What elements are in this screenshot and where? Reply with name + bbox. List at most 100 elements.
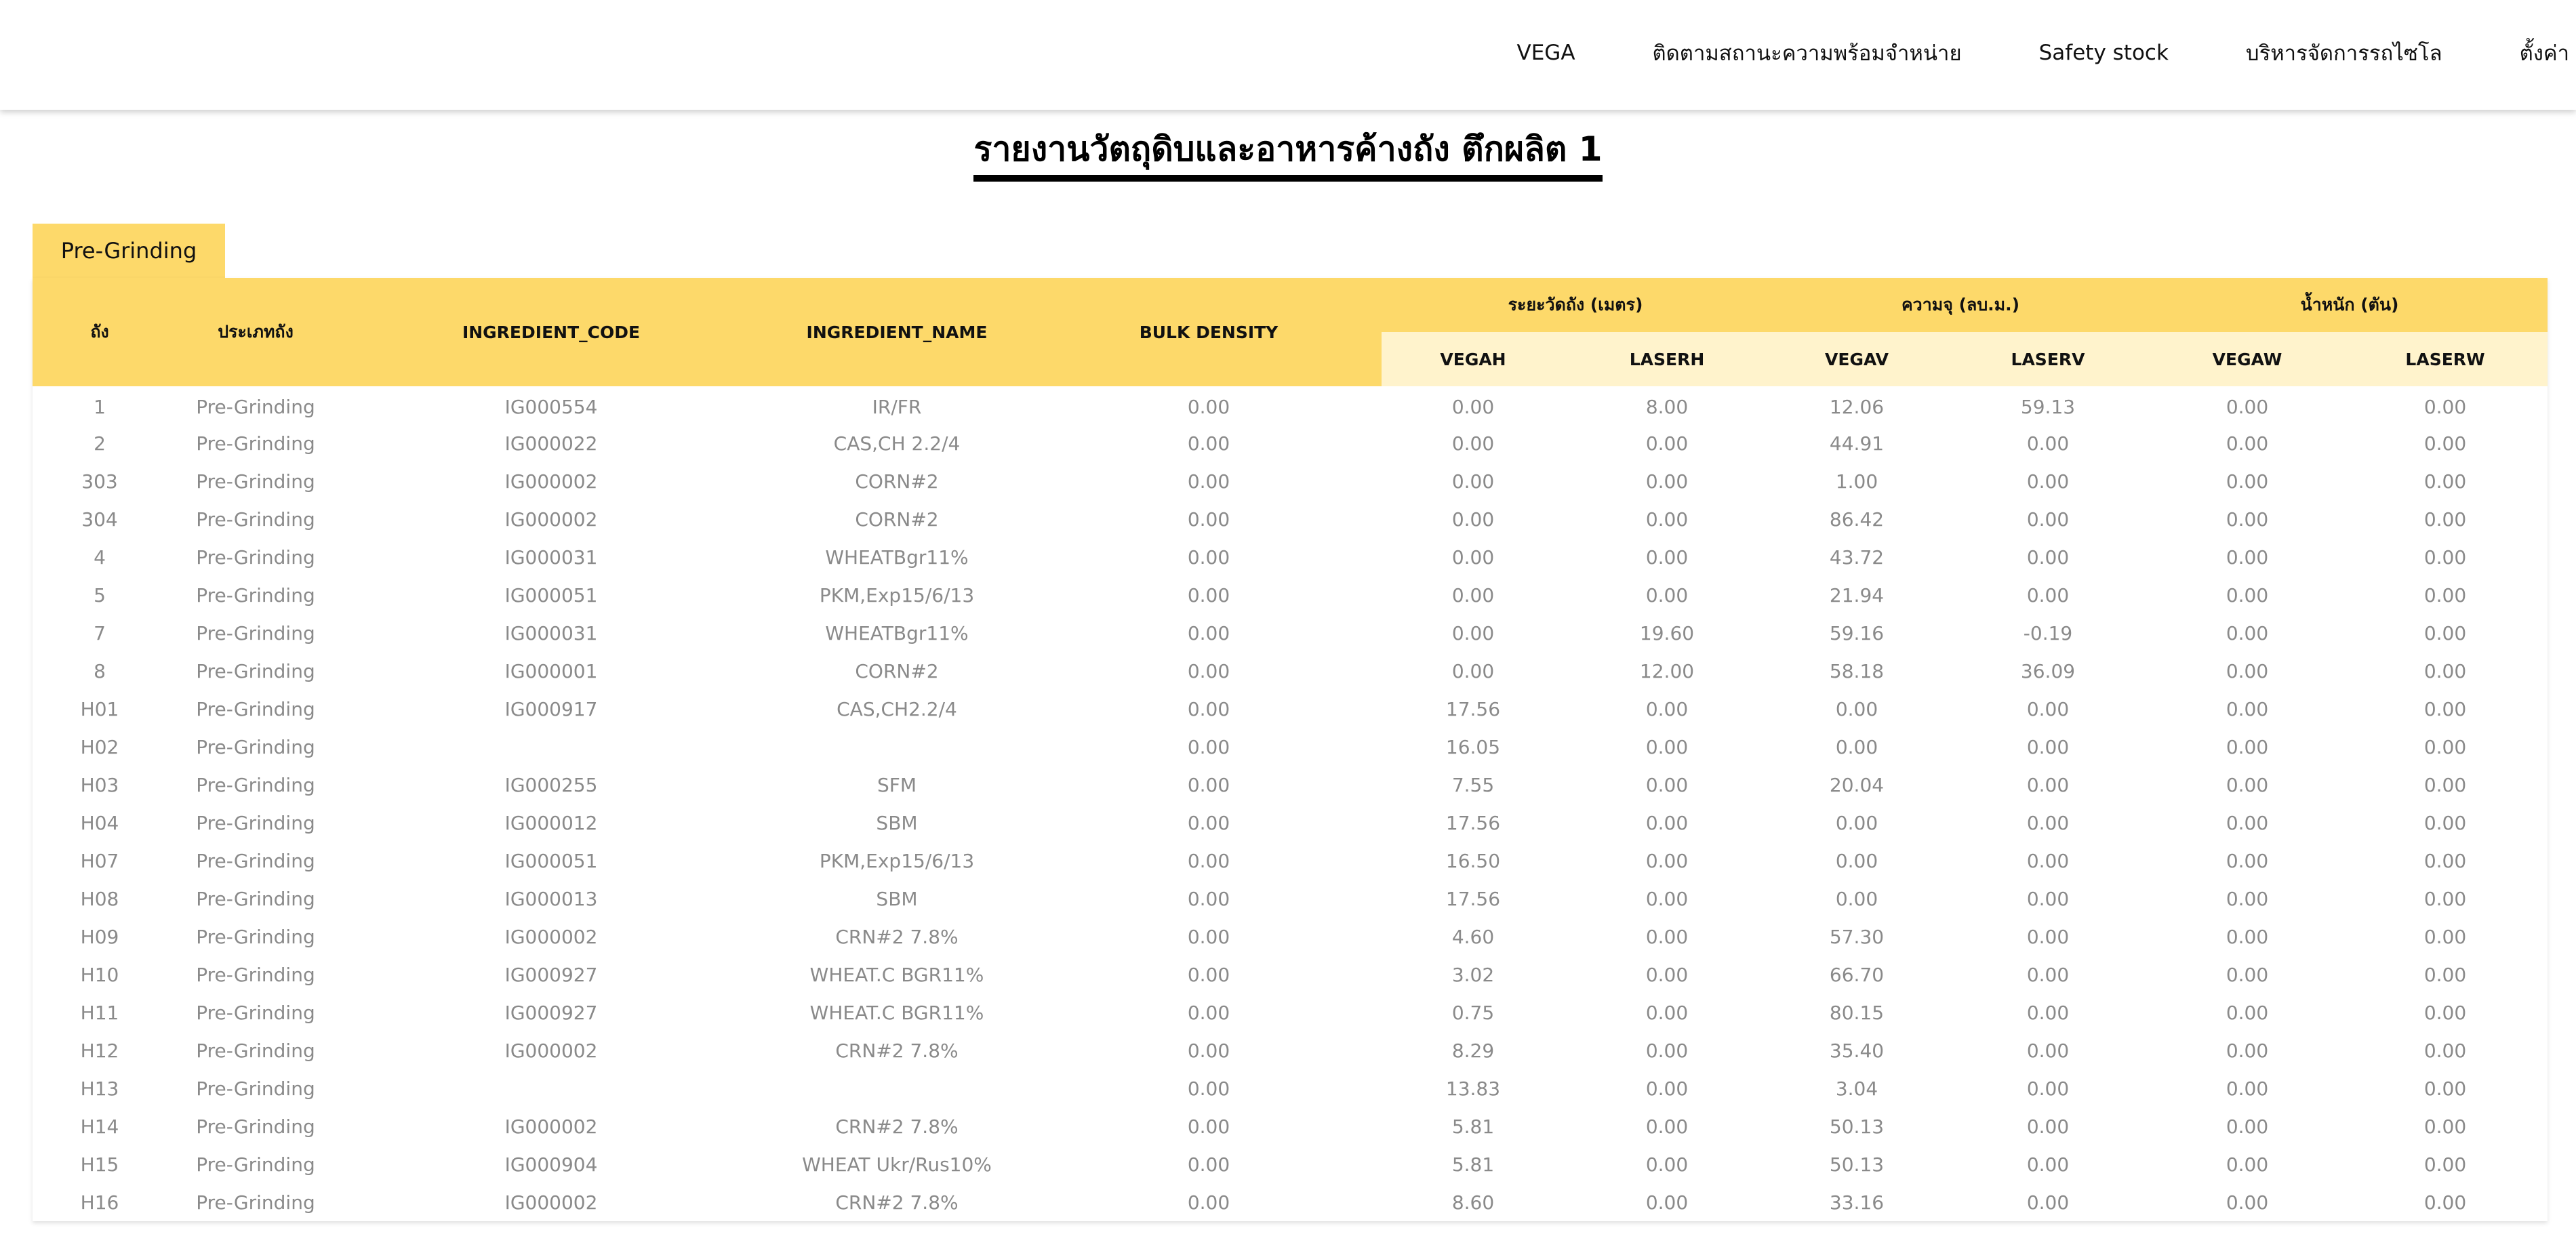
cell-ingredient-code: IG000927 (504, 963, 598, 986)
cell-laserv: 0.00 (2026, 508, 2070, 531)
nav-item-vega[interactable]: VEGA (1517, 41, 1575, 65)
cell-laserv: 0.00 (2026, 1153, 2070, 1176)
cell-laserh: 0.00 (1645, 583, 1689, 607)
table-row[interactable]: H07 Pre-Grinding IG000051 PKM,Exp15/6/13 0.0… (33, 842, 2548, 880)
cell-vegaw: 0.00 (2226, 432, 2269, 455)
cell-bulk-density: 0.00 (1187, 697, 1230, 720)
table-row[interactable]: H13 Pre-Grinding 0.00 13.83 0.00 3.04 0.00 0.00… (33, 1069, 2548, 1107)
cell-laserh: 0.00 (1645, 925, 1689, 948)
cell-ingredient-name: WHEAT.C BGR11% (809, 1001, 984, 1024)
table-row[interactable]: H08 Pre-Grinding IG000013 SBM 0.00 17.56 0.00 0… (33, 880, 2548, 918)
table-row[interactable]: 8 Pre-Grinding IG000001 CORN#2 0.00 0.00 12.00… (33, 652, 2548, 690)
table-row[interactable]: H03 Pre-Grinding IG000255 SFM 0.00 7.55 0.00 20… (33, 766, 2548, 804)
cell-vegaw: 0.00 (2226, 811, 2269, 834)
cell-laserv: 36.09 (2020, 659, 2076, 682)
table-row[interactable]: H14 Pre-Grinding IG000002 CRN#2 7.8% 0.00 5.8… (33, 1107, 2548, 1145)
cell-ingredient-name: SFM (877, 773, 917, 796)
cell-bulk-density: 0.00 (1187, 546, 1230, 569)
tab-pre-grinding[interactable]: Pre-Grinding (33, 224, 225, 278)
col-header-tank-type[interactable]: ประเภทถัง (167, 278, 344, 386)
cell-tank: H16 (80, 1191, 119, 1214)
cell-ingredient-name: WHEAT.C BGR11% (809, 963, 984, 986)
cell-laserh: 0.00 (1645, 963, 1689, 986)
cell-laserv: 0.00 (2026, 1001, 2070, 1024)
table-row[interactable]: H15 Pre-Grinding IG000904 WHEAT Ukr/Rus10% 0… (33, 1145, 2548, 1183)
cell-vegah: 17.56 (1445, 887, 1501, 910)
cell-vegah: 8.29 (1451, 1039, 1495, 1062)
col-header-laserv[interactable]: LASERV (1944, 332, 2152, 386)
col-header-laserh[interactable]: LASERH (1565, 332, 1770, 386)
cell-vegaw: 0.00 (2226, 1001, 2269, 1024)
col-header-bulk-density[interactable]: BULK DENSITY (1036, 278, 1382, 386)
table-row[interactable]: 303 Pre-Grinding IG000002 CORN#2 0.00 0.00 0.0… (33, 462, 2548, 500)
col-group-weight: น้ำหนัก (ตัน) (2152, 278, 2548, 332)
col-header-laserw[interactable]: LASERW (2343, 332, 2548, 386)
cell-vegah: 0.00 (1451, 621, 1495, 644)
table-row[interactable]: H01 Pre-Grinding IG000917 CAS,CH2.2/4 0.00 17… (33, 690, 2548, 728)
table-row[interactable]: H10 Pre-Grinding IG000927 WHEAT.C BGR11% 0.0… (33, 956, 2548, 993)
col-header-vegah[interactable]: VEGAH (1382, 332, 1565, 386)
cell-ingredient-code (344, 1069, 758, 1107)
cell-ingredient-name: PKM,Exp15/6/13 (819, 583, 975, 607)
cell-vegav: 57.30 (1829, 925, 1885, 948)
table-row[interactable]: 7 Pre-Grinding IG000031 WHEATBgr11% 0.00 0.00… (33, 614, 2548, 652)
table-row[interactable]: 4 Pre-Grinding IG000031 WHEATBgr11% 0.00 0.00… (33, 538, 2548, 576)
cell-tank: H09 (80, 925, 119, 948)
cell-ingredient-name: CRN#2 7.8% (835, 1191, 959, 1214)
cell-ingredient-name (758, 728, 1036, 766)
cell-laserv: 0.00 (2026, 773, 2070, 796)
cell-laserh: 0.00 (1645, 773, 1689, 796)
cell-ingredient-name: CRN#2 7.8% (835, 1115, 959, 1138)
table-row[interactable]: H04 Pre-Grinding IG000012 SBM 0.00 17.56 0.00 0… (33, 804, 2548, 842)
cell-tank-type: Pre-Grinding (196, 1153, 315, 1176)
nav-item-silo-truck-management[interactable]: บริหารจัดการรถไซโล (2246, 36, 2442, 70)
table-row[interactable]: H11 Pre-Grinding IG000927 WHEAT.C BGR11% 0.0… (33, 993, 2548, 1031)
cell-laserv: 0.00 (2026, 1191, 2070, 1214)
cell-vegav: 3.04 (1835, 1077, 1878, 1100)
table-row[interactable]: 2 Pre-Grinding IG000022 CAS,CH 2.2/4 0.00 0.0… (33, 424, 2548, 462)
table-row[interactable]: H12 Pre-Grinding IG000002 CRN#2 7.8% 0.00 8.2… (33, 1031, 2548, 1069)
col-header-vegaw[interactable]: VEGAW (2152, 332, 2343, 386)
cell-tank: H14 (80, 1115, 119, 1138)
cell-laserw: 0.00 (2423, 470, 2467, 493)
cell-vegaw: 0.00 (2226, 925, 2269, 948)
col-header-tank[interactable]: ถัง (33, 278, 167, 386)
cell-laserh: 0.00 (1645, 811, 1689, 834)
table-row[interactable]: 304 Pre-Grinding IG000002 CORN#2 0.00 0.00 0.0… (33, 500, 2548, 538)
nav-item-settings[interactable]: ตั้งค่า (2520, 36, 2576, 70)
cell-vegaw: 0.00 (2226, 697, 2269, 720)
cell-ingredient-code: IG000002 (504, 1191, 598, 1214)
cell-bulk-density: 0.00 (1187, 849, 1230, 872)
cell-vegah: 5.81 (1451, 1153, 1495, 1176)
table-row[interactable]: 5 Pre-Grinding IG000051 PKM,Exp15/6/13 0.00 0… (33, 576, 2548, 614)
table-row[interactable]: 1 Pre-Grinding IG000554 IR/FR 0.00 0.00 8.00 12… (33, 386, 2548, 424)
nav-item-safety-stock[interactable]: Safety stock (2039, 41, 2169, 65)
cell-bulk-density: 0.00 (1187, 963, 1230, 986)
table-row[interactable]: H02 Pre-Grinding 0.00 16.05 0.00 0.00 0.00 0.00… (33, 728, 2548, 766)
cell-vegah: 4.60 (1451, 925, 1495, 948)
cell-vegah: 0.00 (1451, 546, 1495, 569)
cell-laserv: 0.00 (2026, 925, 2070, 948)
nav-item-availability-status[interactable]: ติดตามสถานะความพร้อมจำหน่าย (1653, 36, 1962, 70)
col-header-vegav[interactable]: VEGAV (1769, 332, 1945, 386)
cell-laserw: 0.00 (2423, 621, 2467, 644)
table-row[interactable]: H16 Pre-Grinding IG000002 CRN#2 7.8% 0.00 8.6… (33, 1183, 2548, 1221)
cell-tank: 304 (81, 508, 118, 531)
col-header-ingredient-name[interactable]: INGREDIENT_NAME (758, 278, 1036, 386)
cell-tank-type: Pre-Grinding (196, 432, 315, 455)
cell-ingredient-name: SBM (876, 811, 918, 834)
cell-vegav: 0.00 (1835, 849, 1878, 872)
cell-laserw: 0.00 (2423, 963, 2467, 986)
page-title-container: รายงานวัตถุดิบและอาหารค้างถัง ตึกผลิต 1 (0, 129, 2576, 182)
cell-vegah: 0.00 (1451, 508, 1495, 531)
cell-laserh: 0.00 (1645, 1001, 1689, 1024)
page-title: รายงานวัตถุดิบและอาหารค้างถัง ตึกผลิต 1 (973, 129, 1603, 182)
table-row[interactable]: H09 Pre-Grinding IG000002 CRN#2 7.8% 0.00 4.6… (33, 918, 2548, 956)
cell-bulk-density: 0.00 (1187, 925, 1230, 948)
cell-bulk-density: 0.00 (1187, 470, 1230, 493)
cell-tank-type: Pre-Grinding (196, 546, 315, 569)
cell-tank-type: Pre-Grinding (196, 811, 315, 834)
cell-vegav: 80.15 (1829, 1001, 1885, 1024)
col-header-ingredient-code[interactable]: INGREDIENT_CODE (344, 278, 758, 386)
cell-ingredient-name: IR/FR (872, 395, 922, 418)
